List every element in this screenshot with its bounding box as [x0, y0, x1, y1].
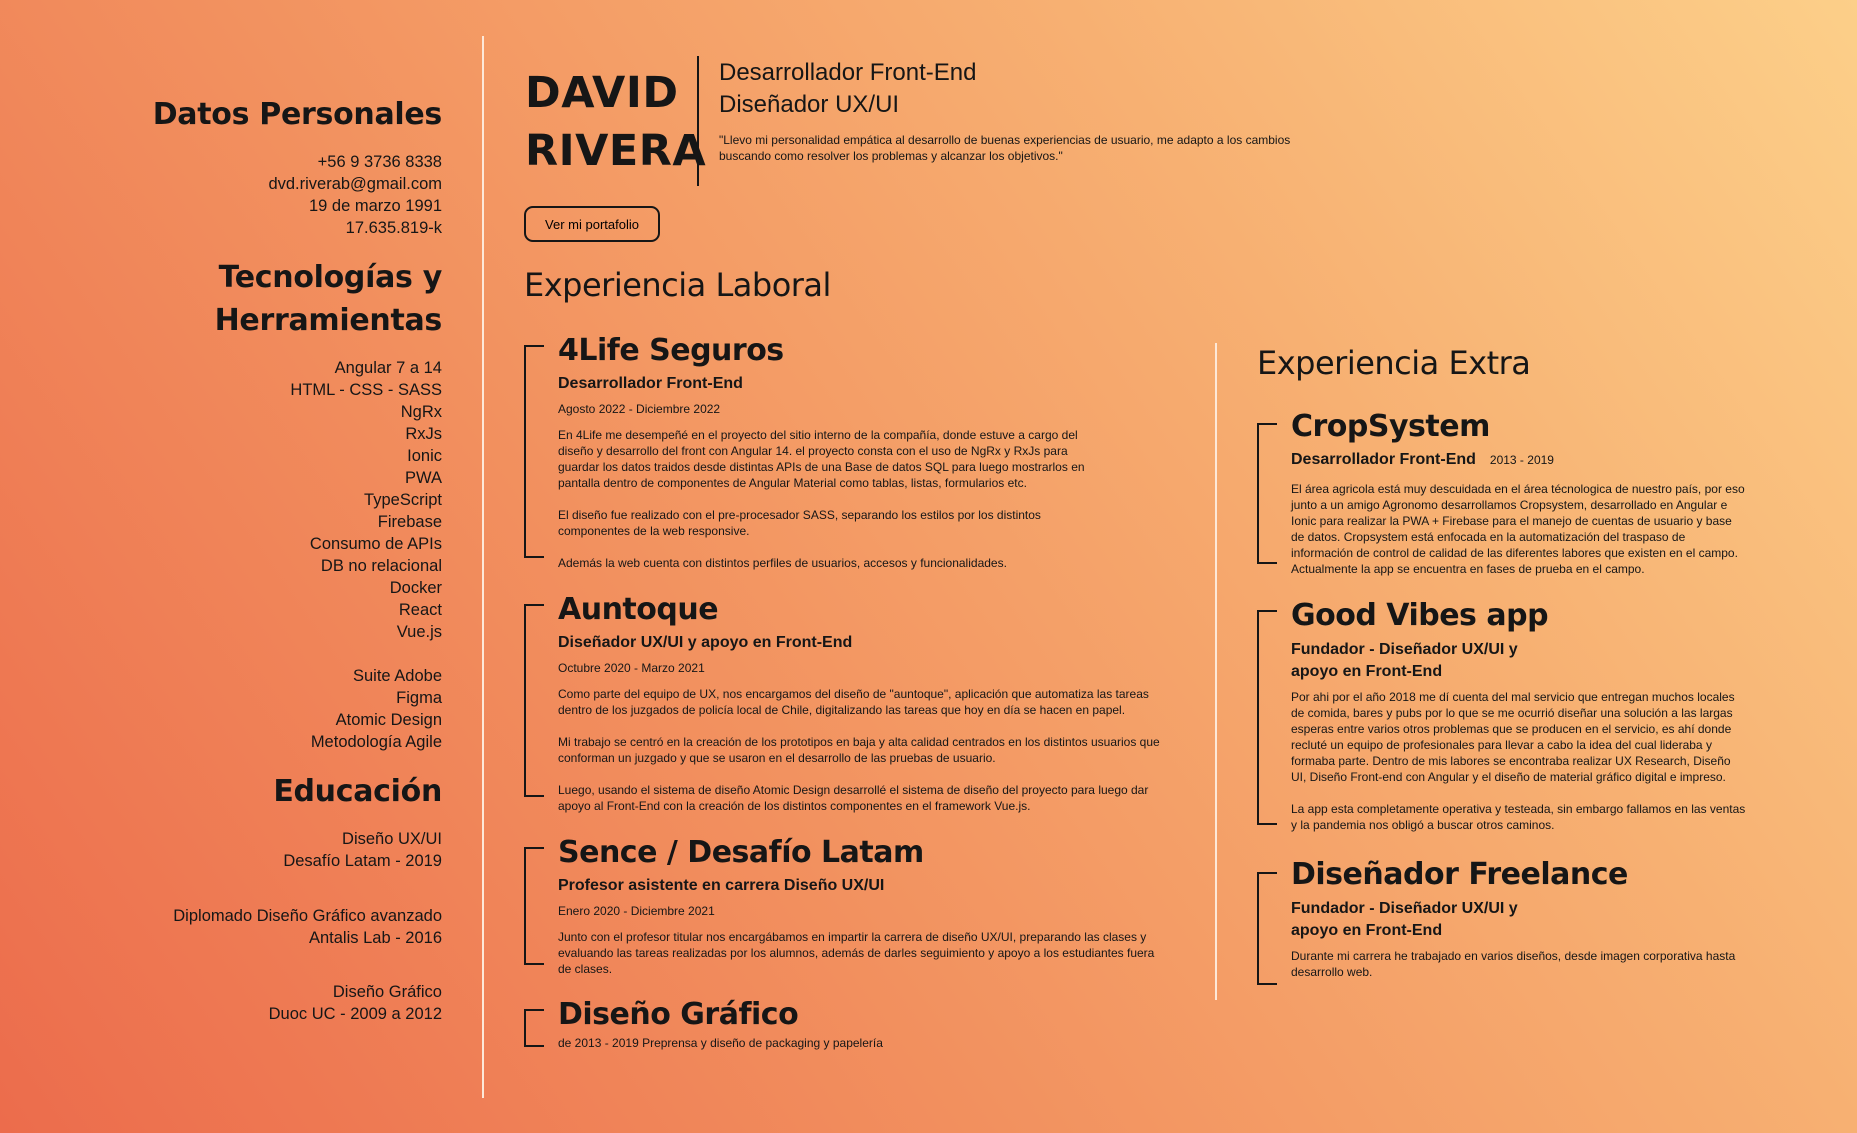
quote-line: "Llevo mi personalidad empática al desar… [719, 133, 1291, 147]
job-bracket [524, 604, 544, 797]
job-description: Junto con el profesor titular nos encarg… [558, 930, 1155, 976]
job-role: Desarrollador Front-End [1291, 451, 1476, 468]
education-institution: Duoc UC - 2009 a 2012 [268, 1005, 442, 1023]
tech-item: Firebase [377, 513, 442, 531]
personal-data-heading: Datos Personales [152, 97, 443, 132]
education-institution: Desafío Latam - 2019 [283, 852, 442, 870]
job-role: Desarrollador Front-End [558, 375, 743, 392]
job-description: En 4Life me desempeñé en el proyecto del… [558, 428, 1085, 490]
job-role-line: apoyo en Front-End [1291, 663, 1443, 680]
email-text: dvd.riverab@gmail.com [268, 175, 442, 193]
company-name: Sence / Desafío Latam [558, 835, 924, 870]
job-role-line: Fundador - Diseñador UX/UI y [1291, 900, 1518, 917]
name-divider [697, 56, 699, 186]
job-bracket [524, 1009, 544, 1047]
tool-item: Atomic Design [335, 711, 442, 729]
role-title: Desarrollador Front-End [719, 59, 977, 86]
job-date: de 2013 - 2019 Preprensa y diseño de pac… [558, 1036, 883, 1050]
personal-data-block: +56 9 3736 8338 dvd.riverab@gmail.com 19… [268, 151, 442, 239]
tech-heading: Tecnologías y Herramientas [214, 256, 443, 342]
id-number-text: 17.635.819-k [345, 219, 442, 237]
tech-item: RxJs [405, 425, 442, 443]
job-description: Mi trabajo se centró en la creación de l… [558, 735, 1160, 765]
job-role: Fundador - Diseñador UX/UI y apoyo en Fr… [1291, 898, 1746, 942]
job-role-line: Desarrollador Front-End 2013 - 2019 [1291, 445, 1746, 475]
job-description: Luego, usando el sistema de diseño Atomi… [558, 783, 1149, 813]
full-name: DAVID RIVERA [525, 64, 706, 180]
job-role: Fundador - Diseñador UX/UI y apoyo en Fr… [1291, 639, 1746, 683]
portfolio-button[interactable]: Ver mi portafolio [524, 206, 660, 242]
tech-item: Docker [389, 579, 442, 597]
sidebar-divider [482, 36, 484, 1098]
job-description: Además la web cuenta con distintos perfi… [558, 556, 1007, 570]
education-degree: Diseño UX/UI [342, 830, 442, 848]
work-experience-heading: Experiencia Laboral [524, 266, 831, 304]
job-date: Octubre 2020 - Marzo 2021 [558, 661, 705, 675]
tech-item: Consumo de APIs [309, 535, 442, 553]
job-description: Por ahi por el año 2018 me dí cuenta del… [1291, 690, 1735, 784]
tech-item: HTML - CSS - SASS [290, 381, 442, 399]
company-name: Good Vibes app [1291, 598, 1549, 633]
job-description: El área agricola está muy descuidada en … [1291, 482, 1745, 576]
education-entry: Diseño UX/UI Desafío Latam - 2019 [283, 828, 442, 872]
education-heading: Educación [273, 774, 442, 809]
tech-item: TypeScript [364, 491, 442, 509]
tech-item: NgRx [400, 403, 442, 421]
company-name: CropSystem [1291, 409, 1490, 444]
education-degree: Diseño Gráfico [332, 983, 442, 1001]
job-description: Durante mi carrera he trabajado en vario… [1291, 949, 1736, 979]
company-name: Auntoque [558, 592, 719, 627]
last-name: RIVERA [525, 126, 707, 176]
tech-list: Angular 7 a 14 HTML - CSS - SASS NgRx Rx… [290, 357, 442, 753]
headline-roles: Desarrollador Front-End Diseñador UX/UI [719, 57, 976, 121]
phone-text: +56 9 3736 8338 [317, 153, 442, 171]
tech-item: DB no relacional [320, 557, 442, 575]
tech-heading-line1: Tecnologías y [218, 260, 443, 295]
tool-item: Suite Adobe [353, 667, 442, 685]
quote-line: buscando como resolver los problemas y a… [719, 149, 1063, 163]
job-bracket [1257, 872, 1277, 985]
tech-item: Angular 7 a 14 [334, 359, 442, 377]
education-institution: Antalis Lab - 2016 [308, 929, 442, 947]
extra-experience-heading: Experiencia Extra [1257, 344, 1531, 382]
job-role: Diseñador UX/UI y apoyo en Front-End [558, 634, 853, 651]
education-entry: Diseño Gráfico Duoc UC - 2009 a 2012 [269, 981, 442, 1025]
job-date: Agosto 2022 - Diciembre 2022 [558, 402, 721, 416]
tech-item: React [398, 601, 442, 619]
job-description: El diseño fue realizado con el pre-proce… [558, 508, 1041, 538]
job-role-line: apoyo en Front-End [1291, 922, 1443, 939]
job-bracket [1257, 423, 1277, 564]
job-role: Profesor asistente en carrera Diseño UX/… [558, 877, 885, 894]
tech-item: PWA [405, 469, 442, 487]
column-divider [1215, 343, 1217, 1000]
job-description: La app esta completamente operativa y te… [1291, 802, 1746, 832]
tool-item: Figma [396, 689, 442, 707]
tech-item: Vue.js [396, 623, 442, 641]
role-title: Diseñador UX/UI [719, 91, 900, 118]
job-date: Enero 2020 - Diciembre 2021 [558, 904, 715, 918]
education-entry: Diplomado Diseño Gráfico avanzado Antali… [173, 905, 442, 949]
tool-item: Metodología Agile [310, 733, 442, 751]
job-role-line: Fundador - Diseñador UX/UI y [1291, 641, 1518, 658]
birthdate-text: 19 de marzo 1991 [308, 197, 442, 215]
job-description: Como parte del equipo de UX, nos encarga… [558, 687, 1149, 717]
job-date: 2013 - 2019 [1489, 453, 1554, 467]
company-name: Diseño Gráfico [558, 997, 799, 1032]
job-bracket [524, 345, 544, 558]
first-name: DAVID [525, 68, 679, 118]
job-bracket [1257, 610, 1277, 825]
job-bracket [524, 847, 544, 965]
company-name: Diseñador Freelance [1291, 857, 1628, 892]
personal-quote: "Llevo mi personalidad empática al desar… [719, 132, 1319, 164]
company-name: 4Life Seguros [558, 333, 784, 368]
tech-item: Ionic [407, 447, 442, 465]
education-degree: Diplomado Diseño Gráfico avanzado [173, 907, 442, 925]
tech-heading-line2: Herramientas [214, 303, 443, 338]
